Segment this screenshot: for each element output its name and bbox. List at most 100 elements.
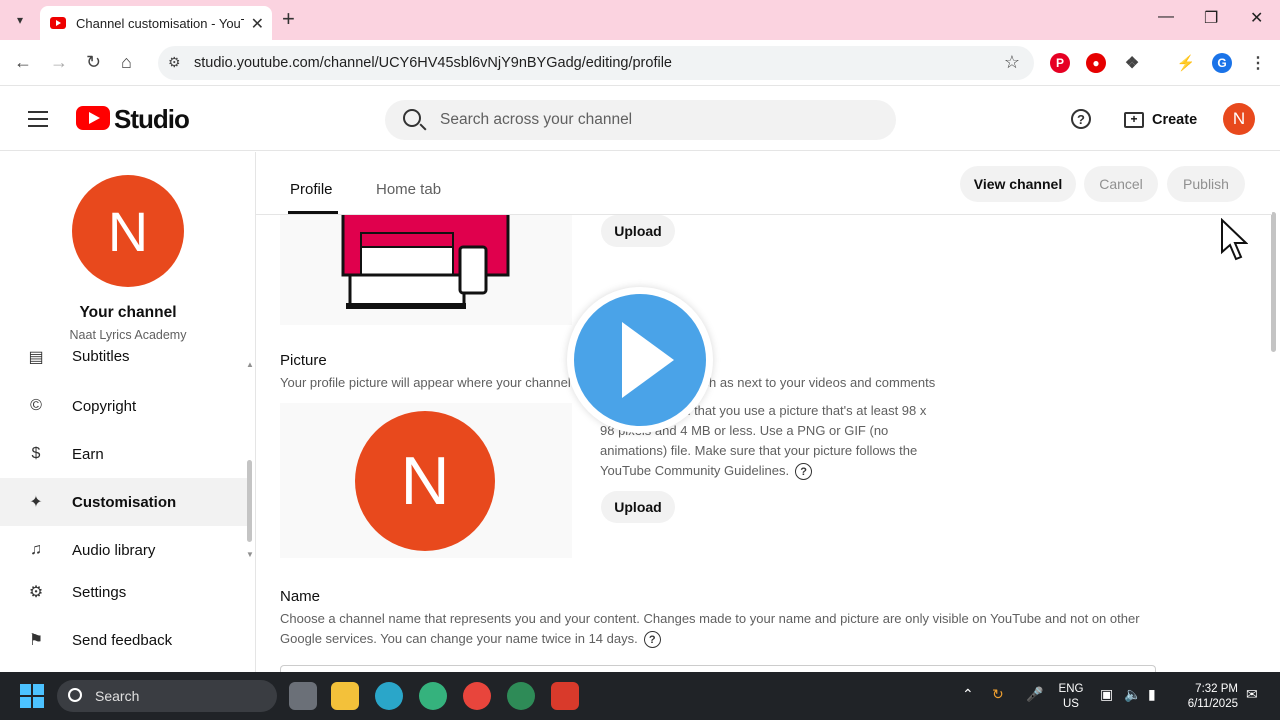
- picture-preview: N: [280, 403, 572, 558]
- name-section-title: Name: [280, 588, 321, 605]
- bookmark-star-icon[interactable]: ☆: [1004, 52, 1020, 73]
- help-icon[interactable]: ?: [643, 631, 661, 649]
- show-hidden-icons[interactable]: ⌃: [962, 686, 974, 703]
- browser-tab-bar: ▾ Channel customisation - YouTube Studio…: [0, 0, 1280, 40]
- home-icon[interactable]: ⌂: [121, 52, 132, 73]
- site-info-icon[interactable]: ⚙: [168, 54, 181, 71]
- banner-preview: [280, 215, 572, 325]
- sidebar: N Your channel Naat Lyrics Academy ▤ Sub…: [0, 152, 256, 672]
- publish-button[interactable]: Publish: [1167, 166, 1245, 202]
- notifications-icon[interactable]: ✉: [1246, 686, 1258, 703]
- volume-icon[interactable]: 🔈: [1124, 686, 1141, 703]
- close-window-icon[interactable]: ✕: [1250, 8, 1263, 28]
- banner-upload-button[interactable]: Upload: [601, 215, 675, 247]
- copyright-icon: ©: [30, 397, 42, 414]
- sync-icon[interactable]: ↻: [992, 686, 1004, 703]
- magic-wand-icon: ✦: [29, 494, 43, 511]
- profile-editor: Upload Picture Your profile picture will…: [256, 215, 1272, 672]
- minimize-icon[interactable]: —: [1158, 8, 1174, 26]
- network-icon[interactable]: ▣: [1100, 686, 1113, 703]
- feedback-icon: ⚑: [28, 632, 44, 649]
- browser-toolbar: ← → ↻ ⌂ ⚙ studio.youtube.com/channel/UCY…: [0, 40, 1280, 86]
- sidebar-item-send-feedback[interactable]: ⚑ Send feedback: [0, 616, 248, 664]
- search-icon[interactable]: [403, 109, 421, 127]
- sidebar-scroll-up-icon[interactable]: ▲: [246, 360, 254, 369]
- search-icon: [68, 688, 82, 702]
- restore-icon[interactable]: ❐: [1204, 8, 1218, 28]
- gear-icon: ⚙: [28, 584, 44, 601]
- name-description: Choose a channel name that represents yo…: [280, 609, 1160, 649]
- sidebar-item-customisation[interactable]: ✦ Customisation: [0, 478, 248, 526]
- microphone-icon[interactable]: 🎤: [1026, 686, 1043, 703]
- edge-icon[interactable]: [375, 682, 403, 710]
- clock[interactable]: 7:32 PM 6/11/2025: [1178, 682, 1238, 712]
- language-indicator[interactable]: ENG US: [1058, 682, 1084, 712]
- sidebar-item-earn[interactable]: $ Earn: [0, 430, 248, 478]
- close-tab-icon[interactable]: ✕: [251, 14, 264, 34]
- channel-avatar[interactable]: N: [72, 175, 184, 287]
- your-channel-label: Your channel: [79, 304, 177, 321]
- banner-devices-illustration: [341, 215, 510, 309]
- search-input[interactable]: [440, 100, 870, 140]
- sidebar-item-settings[interactable]: ⚙ Settings: [0, 568, 248, 616]
- create-video-icon: +: [1124, 112, 1144, 128]
- youtube-logo-icon[interactable]: [76, 106, 110, 130]
- help-icon[interactable]: ?: [1071, 109, 1091, 129]
- windows-taskbar: Search ⌃ ↻ 🎤 ENG US ▣ 🔈 ▮ 7:32 PM 6/11/2…: [0, 672, 1280, 720]
- tab-search-dropdown-icon[interactable]: ▾: [8, 8, 32, 32]
- play-button-icon[interactable]: [567, 287, 713, 433]
- taskbar-search[interactable]: Search: [57, 680, 277, 712]
- sidebar-item-audio-library[interactable]: ♫ Audio library: [0, 526, 248, 574]
- studio-header: Studio ? + Create N: [0, 87, 1280, 151]
- mouse-cursor-icon: [1221, 218, 1248, 261]
- search-box[interactable]: [385, 100, 896, 140]
- create-button[interactable]: + Create: [1114, 102, 1207, 138]
- url-text: studio.youtube.com/channel/UCY6HV45sbl6v…: [194, 55, 672, 71]
- back-icon[interactable]: ←: [14, 52, 32, 73]
- customisation-tabs-bar: Profile Home tab View channel Cancel Pub…: [256, 152, 1272, 215]
- forward-icon[interactable]: →: [50, 52, 68, 73]
- adblock-extension-icon[interactable]: ●: [1086, 53, 1106, 73]
- chrome-profile-icon[interactable]: [507, 682, 535, 710]
- task-view-icon[interactable]: [289, 682, 317, 710]
- extensions-puzzle-icon[interactable]: ❖: [1122, 53, 1142, 73]
- battery-icon[interactable]: ▮: [1148, 686, 1156, 703]
- cancel-button[interactable]: Cancel: [1084, 166, 1158, 202]
- main-scrollbar[interactable]: [1271, 212, 1276, 352]
- browser-menu-icon[interactable]: ⋮: [1248, 53, 1268, 73]
- channel-name-input[interactable]: [280, 665, 1156, 672]
- profile-picture-avatar: N: [355, 411, 495, 551]
- windows-start-icon[interactable]: [20, 684, 44, 708]
- new-tab-icon[interactable]: +: [282, 8, 295, 30]
- tab-profile[interactable]: Profile: [290, 181, 333, 198]
- create-label: Create: [1152, 112, 1198, 128]
- subtitles-icon: ▤: [28, 349, 44, 366]
- file-explorer-icon[interactable]: [331, 682, 359, 710]
- edge-dev-icon[interactable]: [419, 682, 447, 710]
- dollar-icon: $: [31, 445, 41, 462]
- account-avatar[interactable]: N: [1223, 103, 1255, 135]
- menu-icon[interactable]: [28, 111, 48, 127]
- pinterest-extension-icon[interactable]: P: [1050, 53, 1070, 73]
- picture-section-title: Picture: [280, 352, 327, 369]
- sidebar-scrollbar[interactable]: [247, 460, 252, 542]
- music-note-icon: ♫: [30, 541, 42, 558]
- help-icon[interactable]: ?: [795, 463, 813, 481]
- sidebar-scroll-down-icon[interactable]: ▼: [246, 550, 254, 559]
- chrome-icon[interactable]: [463, 682, 491, 710]
- sidebar-item-copyright[interactable]: © Copyright: [0, 382, 248, 430]
- active-tab-indicator: [288, 211, 338, 214]
- tab-home[interactable]: Home tab: [376, 181, 441, 198]
- sidebar-item-subtitles[interactable]: ▤ Subtitles: [0, 334, 248, 366]
- reload-icon[interactable]: ↻: [86, 52, 101, 73]
- performance-icon[interactable]: ⚡: [1176, 53, 1196, 73]
- browser-tab[interactable]: Channel customisation - YouTube Studio ✕: [40, 6, 272, 40]
- view-channel-button[interactable]: View channel: [960, 166, 1076, 202]
- address-bar[interactable]: ⚙ studio.youtube.com/channel/UCY6HV45sbl…: [158, 46, 1034, 80]
- profile-avatar-icon[interactable]: G: [1212, 53, 1232, 73]
- studio-logo-text[interactable]: Studio: [114, 104, 190, 135]
- browser-tab-title: Channel customisation - YouTube Studio: [76, 15, 244, 31]
- capcut-icon[interactable]: [551, 682, 579, 710]
- youtube-favicon-icon: [50, 17, 66, 29]
- picture-upload-button[interactable]: Upload: [601, 491, 675, 523]
